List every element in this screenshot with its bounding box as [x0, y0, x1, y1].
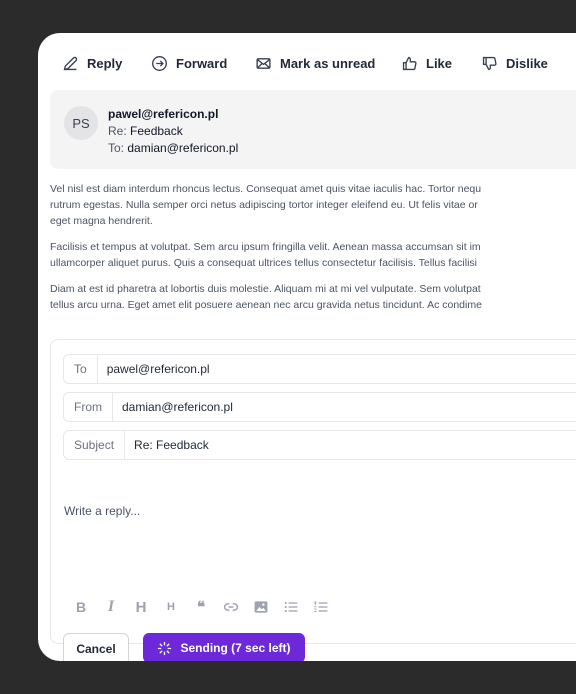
message-meta: pawel@refericon.pl Re: Feedback To: dami…: [108, 106, 238, 157]
dislike-label: Dislike: [506, 56, 548, 71]
message-body: Vel nisl est diam interdum rhoncus lectu…: [50, 181, 576, 323]
body-paragraph: Diam at est id pharetra at lobortis duis…: [50, 281, 576, 313]
body-paragraph: Facilisis et tempus at volutpat. Sem arc…: [50, 239, 576, 271]
thumbs-down-icon: [482, 56, 497, 71]
sender-address: pawel@refericon.pl: [108, 107, 219, 121]
body-line: Diam at est id pharetra at lobortis duis…: [50, 283, 481, 295]
reply-textarea[interactable]: Write a reply...: [64, 504, 140, 518]
subject-field-label: Subject: [64, 431, 126, 459]
heading-icon[interactable]: H: [131, 597, 151, 617]
numbered-list-icon[interactable]: [311, 597, 331, 617]
cancel-button[interactable]: Cancel: [63, 633, 129, 661]
dislike-button[interactable]: Dislike: [481, 55, 548, 72]
forward-arrow-icon: [152, 56, 167, 71]
to-prefix: To:: [108, 141, 125, 155]
body-line: ullamcorper aliquet purus. Quis a conseq…: [50, 257, 477, 269]
image-icon[interactable]: [251, 597, 271, 617]
bullet-list-icon[interactable]: [281, 597, 301, 617]
subject-text: Feedback: [130, 124, 183, 138]
subject-field[interactable]: Subject Re: Feedback: [63, 430, 576, 460]
reply-composer: To pawel@refericon.pl From damian@referi…: [50, 339, 576, 661]
recipient-address: damian@refericon.pl: [127, 141, 239, 155]
like-button[interactable]: Like: [401, 55, 452, 72]
link-icon[interactable]: [221, 597, 241, 617]
body-paragraph: Vel nisl est diam interdum rhoncus lectu…: [50, 181, 576, 229]
subject-field-value[interactable]: Re: Feedback: [125, 438, 209, 452]
mark-unread-label: Mark as unread: [280, 56, 376, 71]
thumbs-up-icon: [402, 56, 417, 71]
body-line: Vel nisl est diam interdum rhoncus lectu…: [50, 183, 482, 195]
to-field[interactable]: To pawel@refericon.pl: [63, 354, 576, 384]
formatting-toolbar: B I H H ❝: [71, 597, 331, 617]
message-toolbar: Reply Forward Mark as unread Like Dislik…: [38, 33, 576, 95]
reply-button[interactable]: Reply: [62, 55, 122, 72]
reply-label: Reply: [87, 56, 123, 71]
bold-icon[interactable]: B: [71, 597, 91, 617]
recipient-line: To: damian@refericon.pl: [108, 140, 238, 157]
like-label: Like: [426, 56, 453, 71]
from-field-value[interactable]: damian@refericon.pl: [113, 400, 233, 414]
body-line: tellus arcu urna. Eget amet elit posuere…: [50, 299, 482, 311]
subject-prefix: Re:: [108, 124, 127, 138]
avatar: PS: [64, 106, 98, 140]
mark-unread-button[interactable]: Mark as unread: [255, 55, 375, 72]
message-header: PS pawel@refericon.pl Re: Feedback To: d…: [50, 90, 576, 169]
to-field-label: To: [64, 355, 98, 383]
pencil-icon: [63, 56, 78, 71]
send-button[interactable]: Sending (7 sec left): [143, 633, 305, 661]
body-line: Facilisis et tempus at volutpat. Sem arc…: [50, 241, 481, 253]
body-line: rutrum egestas. Nulla semper orci netus …: [50, 199, 478, 211]
from-field[interactable]: From damian@refericon.pl: [63, 392, 576, 422]
spinner-icon: [158, 641, 172, 655]
from-field-label: From: [64, 393, 113, 421]
to-field-value[interactable]: pawel@refericon.pl: [98, 362, 210, 376]
subject-line: Re: Feedback: [108, 123, 238, 140]
forward-label: Forward: [176, 56, 228, 71]
envelope-icon: [256, 58, 271, 69]
subheading-icon[interactable]: H: [161, 597, 181, 617]
send-button-label: Sending (7 sec left): [180, 641, 291, 655]
italic-icon[interactable]: I: [101, 597, 121, 617]
email-card: Reply Forward Mark as unread Like Dislik…: [38, 33, 576, 661]
forward-button[interactable]: Forward: [151, 55, 227, 72]
body-line: eget magna hendrerit.: [50, 215, 153, 227]
quote-icon[interactable]: ❝: [191, 597, 211, 617]
